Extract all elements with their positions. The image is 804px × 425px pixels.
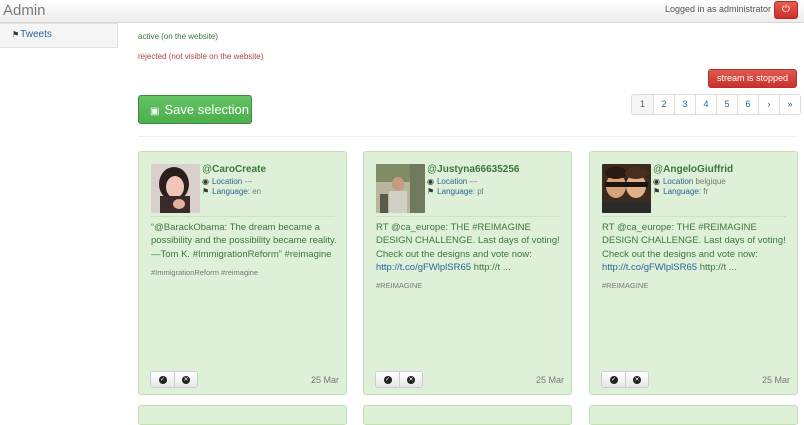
tweet-tags: #ImmigrationReform #reimagine: [151, 268, 259, 277]
pagination: 1 2 3 4 5 6 › »: [631, 94, 801, 115]
avatar: [376, 164, 425, 213]
sidebar-item-label: Tweets: [20, 29, 52, 40]
reject-button[interactable]: ✕: [174, 372, 197, 387]
tweet-date: 25 Mar: [761, 375, 790, 385]
tweet-language: ⚑ Language: fr: [653, 187, 709, 196]
save-icon: ▣: [150, 106, 160, 117]
flag-icon: ⚑: [427, 187, 435, 196]
brand-title[interactable]: Admin: [3, 2, 46, 19]
avatar: [602, 164, 651, 213]
tweet-username[interactable]: @AngeloGiuffrid: [653, 164, 733, 175]
megaphone-icon: ⚑: [12, 30, 20, 39]
tweet-username[interactable]: @Justyna66635256: [427, 164, 519, 175]
tweet-tags: #REIMAGINE: [376, 281, 423, 290]
divider: [138, 136, 796, 137]
close-icon: ✕: [407, 375, 415, 384]
tweet-card[interactable]: @AngeloGiuffrid ◉ Location belgique ⚑ Lang…: [589, 151, 798, 395]
tweet-link[interactable]: http://t.co/gFWlplSR65: [376, 262, 471, 273]
close-icon: ✕: [182, 375, 190, 384]
page-1[interactable]: 1: [632, 95, 653, 114]
tweet-card[interactable]: [363, 405, 572, 425]
power-icon: ⏻: [782, 4, 790, 15]
moderation-buttons: ✓ ✕: [375, 371, 423, 388]
tweet-location: ◉ Location ---: [427, 177, 478, 186]
tweet-location: ◉ Location ---: [202, 177, 253, 186]
sidebar-item-tweets[interactable]: ⚑Tweets: [12, 29, 52, 40]
tweet-tags: #REIMAGINE: [602, 281, 649, 290]
card-separator: [151, 216, 335, 217]
check-icon: ✓: [383, 375, 392, 384]
tweet-language: ⚑ Language: en: [202, 187, 262, 196]
page-2[interactable]: 2: [653, 95, 674, 114]
globe-icon: ◉: [202, 177, 209, 186]
close-icon: ✕: [633, 375, 641, 384]
avatar: [151, 164, 200, 213]
tweet-date: 25 Mar: [535, 375, 564, 385]
tweet-text: RT @ca_europe: THE #REIMAGINE DESIGN CHA…: [602, 222, 786, 274]
tweet-link[interactable]: http://t.co/gFWlplSR65: [602, 262, 697, 273]
approve-button[interactable]: ✓: [376, 372, 399, 387]
legend-active: active (on the website): [138, 32, 219, 41]
legend-rejected: rejected (not visible on the website): [138, 52, 264, 61]
tweet-text: “@BarackObama: The dream became a possib…: [151, 222, 337, 260]
flag-icon: ⚑: [202, 187, 210, 196]
globe-icon: ◉: [653, 177, 660, 186]
stream-status-button[interactable]: stream is stopped: [708, 69, 797, 88]
moderation-buttons: ✓ ✕: [150, 371, 198, 388]
tweet-date: 25 Mar: [310, 375, 339, 385]
page-5[interactable]: 5: [716, 95, 737, 114]
logged-in-text: Logged in as administrator: [664, 4, 771, 14]
approve-button[interactable]: ✓: [151, 372, 174, 387]
approve-button[interactable]: ✓: [602, 372, 625, 387]
page-next[interactable]: ›: [758, 95, 779, 114]
top-navbar: Admin Logged in as administrator ⏻: [0, 0, 804, 23]
globe-icon: ◉: [427, 177, 434, 186]
tweet-card[interactable]: @Justyna66635256 ◉ Location --- ⚑ Language…: [363, 151, 572, 395]
save-selection-button[interactable]: ▣ Save selection: [138, 95, 252, 124]
check-icon: ✓: [158, 375, 167, 384]
tweet-username[interactable]: @CaroCreate: [202, 164, 266, 175]
flag-icon: ⚑: [653, 187, 661, 196]
page-6[interactable]: 6: [737, 95, 758, 114]
tweet-text: RT @ca_europe: THE #REIMAGINE DESIGN CHA…: [376, 222, 560, 274]
reject-button[interactable]: ✕: [625, 372, 648, 387]
tweet-card[interactable]: @CaroCreate ◉ Location --- ⚑ Language: en …: [138, 151, 347, 395]
check-icon: ✓: [609, 375, 618, 384]
page-4[interactable]: 4: [695, 95, 716, 114]
tweet-location: ◉ Location belgique: [653, 177, 726, 186]
tweet-card[interactable]: [589, 405, 798, 425]
page-3[interactable]: 3: [674, 95, 695, 114]
page-last[interactable]: »: [779, 95, 800, 114]
sidebar: ⚑Tweets: [0, 23, 118, 48]
tweet-card[interactable]: [138, 405, 347, 425]
tweet-language: ⚑ Language: pl: [427, 187, 484, 196]
save-label: Save selection: [164, 102, 250, 117]
card-separator: [376, 216, 560, 217]
moderation-buttons: ✓ ✕: [601, 371, 649, 388]
card-separator: [602, 216, 786, 217]
reject-button[interactable]: ✕: [399, 372, 422, 387]
logout-button[interactable]: ⏻: [774, 1, 798, 19]
